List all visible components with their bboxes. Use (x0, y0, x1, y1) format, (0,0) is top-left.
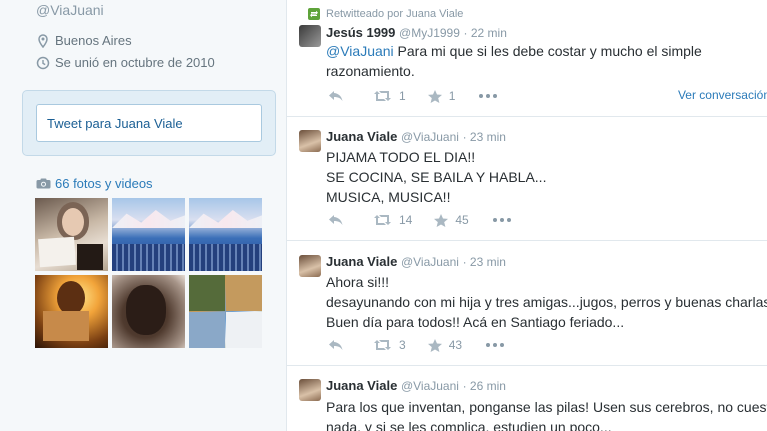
photo-thumbnail[interactable] (35, 198, 108, 271)
timeline: Retwitteado por Juana Viale Jesús 1999 @… (286, 0, 767, 431)
location-text: Buenos Aires (55, 33, 132, 48)
retweet-icon (374, 215, 391, 225)
avatar[interactable] (299, 130, 321, 152)
view-conversation-link[interactable]: Ver conversación (678, 88, 767, 102)
tweet-screen-name[interactable]: @MyJ1999 (399, 26, 460, 40)
joined-text: Se unió en octubre de 2010 (55, 55, 215, 70)
retweet-count: 14 (399, 213, 413, 227)
favorite-count: 1 (448, 89, 456, 103)
avatar[interactable] (299, 379, 321, 401)
avatar[interactable] (299, 255, 321, 277)
favorite-count: 43 (448, 338, 463, 352)
photo-thumbnail[interactable] (35, 275, 108, 348)
retweet-button[interactable]: 1 (373, 89, 406, 103)
tweet-mention[interactable]: @ViaJuani (326, 43, 394, 59)
tweet-screen-name[interactable]: @ViaJuani (401, 379, 459, 393)
retweet-icon (374, 340, 391, 350)
more-options-button[interactable] (479, 94, 498, 98)
retweet-count: 1 (399, 89, 406, 103)
retweet-badge-icon (308, 8, 320, 20)
tweet-text: PIJAMA TODO EL DIA!! SE COCINA, SE BAILA… (326, 149, 547, 205)
tweet-text: Ahora si!!! desayunando con mi hija y tr… (326, 274, 767, 330)
favorite-count: 45 (455, 213, 469, 227)
tweet-header: Juana Viale @ViaJuani · 23 min (326, 254, 506, 269)
tweet-timestamp[interactable]: 23 min (470, 130, 506, 144)
tweet-author-name[interactable]: Jesús 1999 (326, 25, 395, 40)
tweet-item[interactable]: Retwitteado por Juana Viale Jesús 1999 @… (287, 0, 767, 117)
tweet-item[interactable]: Juana Viale @ViaJuani · 26 min Para los … (287, 366, 767, 431)
favorite-button[interactable]: 43 (427, 338, 463, 352)
ellipsis-icon (479, 94, 498, 98)
photo-thumbnail[interactable] (112, 275, 185, 348)
tweet-timestamp[interactable]: 22 min (471, 26, 507, 40)
tweet-author-name[interactable]: Juana Viale (326, 129, 397, 144)
photo-thumbnail[interactable] (189, 198, 262, 271)
favorite-button[interactable]: 45 (434, 213, 469, 227)
tweet-text: @ViaJuani Para mi que si les debe costar… (326, 43, 702, 79)
camera-icon (36, 178, 51, 189)
photo-grid (35, 198, 265, 348)
tweet-actions: 3 43 (328, 338, 526, 352)
tweet-actions: 14 45 (328, 213, 533, 227)
more-options-button[interactable] (486, 343, 505, 347)
more-options-button[interactable] (492, 218, 511, 222)
retweet-icon (374, 91, 391, 101)
profile-sidebar: @ViaJuani Buenos Aires Se unió en octubr… (0, 0, 285, 431)
reply-button[interactable] (328, 90, 351, 102)
star-icon (427, 338, 442, 352)
tweet-timestamp[interactable]: 23 min (470, 255, 506, 269)
tweet-to-input[interactable]: Tweet para Juana Viale (36, 104, 262, 142)
reply-button[interactable] (328, 214, 351, 226)
retweet-context: Retwitteado por Juana Viale (308, 8, 463, 20)
tweet-screen-name[interactable]: @ViaJuani (401, 255, 459, 269)
profile-joined: Se unió en octubre de 2010 (36, 55, 215, 70)
ellipsis-icon (492, 218, 511, 222)
tweet-author-name[interactable]: Juana Viale (326, 378, 397, 393)
reply-icon (329, 340, 343, 350)
tweet-header: Juana Viale @ViaJuani · 23 min (326, 129, 506, 144)
profile-handle: @ViaJuani (36, 2, 104, 18)
tweet-timestamp[interactable]: 26 min (470, 379, 506, 393)
photo-thumbnail[interactable] (189, 275, 262, 348)
star-icon (434, 213, 449, 227)
retweet-button[interactable]: 14 (373, 213, 412, 227)
tweet-screen-name[interactable]: @ViaJuani (401, 130, 459, 144)
reply-button[interactable] (328, 339, 351, 351)
favorite-button[interactable]: 1 (427, 89, 456, 103)
profile-location: Buenos Aires (36, 33, 132, 48)
reply-icon (329, 91, 343, 101)
tweet-item[interactable]: Juana Viale @ViaJuani · 23 min Ahora si!… (287, 241, 767, 366)
reply-icon (329, 215, 343, 225)
star-icon (427, 89, 442, 103)
photos-videos-link[interactable]: 66 fotos y videos (36, 176, 153, 191)
retweet-count: 3 (399, 338, 406, 352)
avatar[interactable] (299, 25, 321, 47)
tweet-header: Juana Viale @ViaJuani · 26 min (326, 378, 506, 393)
photo-thumbnail[interactable] (112, 198, 185, 271)
tweet-author-name[interactable]: Juana Viale (326, 254, 397, 269)
retweet-button[interactable]: 3 (373, 338, 406, 352)
retweet-label: Retwitteado por Juana Viale (326, 8, 464, 20)
tweet-text: Para los que inventan, ponganse las pila… (326, 399, 767, 431)
photos-label: 66 fotos y videos (55, 176, 153, 191)
tweet-to-box: Tweet para Juana Viale (22, 90, 276, 156)
tweet-header: Jesús 1999 @MyJ1999 · 22 min (326, 25, 507, 40)
clock-icon (36, 56, 50, 69)
tweet-actions: 1 1 (328, 89, 519, 103)
location-pin-icon (38, 33, 48, 48)
ellipsis-icon (486, 343, 505, 347)
tweet-item[interactable]: Juana Viale @ViaJuani · 23 min PIJAMA TO… (287, 117, 767, 241)
